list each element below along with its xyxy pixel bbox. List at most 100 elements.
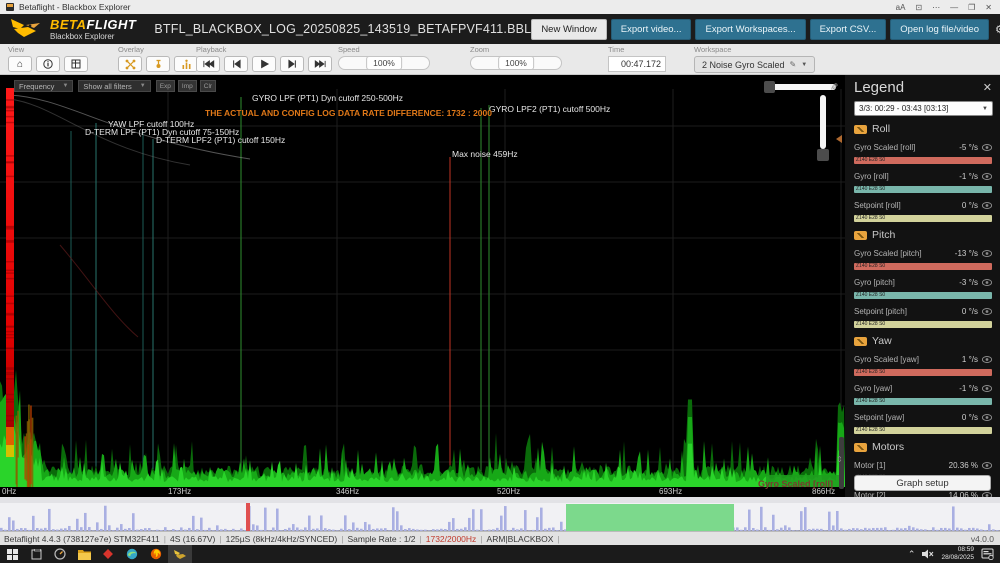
betaflight-app-button[interactable] xyxy=(168,545,192,563)
task-view-button[interactable] xyxy=(24,545,48,563)
hzoom-handle[interactable] xyxy=(764,81,775,93)
edge-browser-button[interactable] xyxy=(120,545,144,563)
legend-field[interactable]: Gyro Scaled [pitch]-13 °/sZ140 E28 S0 xyxy=(854,244,992,270)
chevron-down-icon: ▼ xyxy=(140,83,146,89)
legend-field[interactable]: Gyro [pitch]-3 °/sZ140 E28 S0 xyxy=(854,273,992,299)
log-range-select[interactable]: 3/3: 00:29 - 03:43 [03:13]▼ xyxy=(854,101,993,116)
filter-overlay-select[interactable]: Show all filters▼ xyxy=(78,80,150,92)
zoom-slider[interactable]: 100% xyxy=(470,56,562,70)
imp-curves-button[interactable]: Imp xyxy=(178,80,197,92)
axis-tick-label: 173Hz xyxy=(168,487,191,496)
visibility-eye-icon[interactable] xyxy=(982,244,992,262)
timeline-seekbar[interactable] xyxy=(0,503,1000,531)
visibility-eye-icon[interactable] xyxy=(982,196,992,214)
time-input[interactable]: 00:47.172 xyxy=(608,56,666,72)
craft-overlay-button[interactable] xyxy=(118,56,142,72)
status-separator: | xyxy=(341,534,343,544)
legend-field[interactable]: Gyro Scaled [roll]-5 °/sZ140 E28 S0 xyxy=(854,138,992,164)
close-button[interactable]: ✕ xyxy=(985,3,992,12)
clock[interactable]: 08:59 28/08/2025 xyxy=(941,546,974,562)
visibility-eye-icon[interactable] xyxy=(982,138,992,156)
timeline-waveform xyxy=(0,503,1000,531)
export-video-button[interactable]: Export video... xyxy=(611,19,692,40)
workspace-group-label: Workspace xyxy=(694,45,815,54)
minimize-button[interactable]: — xyxy=(950,3,958,12)
legend-field[interactable]: Gyro [roll]-1 °/sZ140 E28 S0 xyxy=(854,167,992,193)
axis-tick-label: 0Hz xyxy=(2,487,16,496)
table-view-button[interactable] xyxy=(64,56,88,72)
vertical-scrollbar[interactable]: ⇕ xyxy=(839,437,844,489)
legend-group-header[interactable]: Motors xyxy=(854,441,992,453)
play-button[interactable] xyxy=(252,56,276,72)
start-button[interactable] xyxy=(0,545,24,563)
log-info-button[interactable] xyxy=(36,56,60,72)
analyser-overlay-button[interactable] xyxy=(174,56,198,72)
tab-preview-icon[interactable]: ⊡ xyxy=(915,3,922,12)
open-log-button[interactable]: Open log file/video xyxy=(890,19,989,40)
visibility-eye-icon[interactable] xyxy=(982,350,992,368)
playhead-marker[interactable] xyxy=(246,503,250,531)
field-color-bar: Z140 E28 S0 xyxy=(854,157,992,164)
text-size-icon[interactable]: aA xyxy=(896,3,906,12)
legend-field[interactable]: Setpoint [pitch]0 °/sZ140 E28 S0 xyxy=(854,302,992,328)
os-titlebar: Betaflight - Blackbox Explorer aA ⊡ ⋯ — … xyxy=(0,0,1000,14)
export-csv-button[interactable]: Export CSV... xyxy=(810,19,887,40)
legend-group-header[interactable]: Yaw xyxy=(854,335,992,347)
legend-close-icon[interactable]: ✕ xyxy=(983,81,992,94)
draw-tool-icon[interactable]: ✎ xyxy=(828,82,839,90)
home-button[interactable]: ⌂ xyxy=(8,56,32,72)
more-options-icon[interactable]: ⋯ xyxy=(932,3,940,12)
field-name: Gyro [yaw] xyxy=(854,384,892,393)
curve-mini-buttons: ExpImpClr xyxy=(156,80,216,92)
notification-center-icon[interactable] xyxy=(981,548,994,560)
legend-field[interactable]: Setpoint [roll]0 °/sZ140 E28 S0 xyxy=(854,196,992,222)
vertical-zoom-slider[interactable] xyxy=(820,95,826,149)
settings-gear-icon[interactable]: ⚙ xyxy=(995,21,1000,37)
firefox-browser-button[interactable] xyxy=(144,545,168,563)
skip-to-start-button[interactable] xyxy=(196,56,220,72)
vzoom-handle[interactable] xyxy=(817,149,829,161)
visibility-eye-icon[interactable] xyxy=(982,302,992,320)
new-window-button[interactable]: New Window xyxy=(531,19,606,40)
legend-group-header[interactable]: Roll xyxy=(854,123,992,135)
legend-field[interactable]: Gyro Scaled [yaw]1 °/sZ140 E28 S0 xyxy=(854,350,992,376)
step-back-button[interactable] xyxy=(224,56,248,72)
export-workspaces-button[interactable]: Export Workspaces... xyxy=(695,19,805,40)
visibility-eye-icon[interactable] xyxy=(982,379,992,397)
legend-field[interactable]: Gyro [yaw]-1 °/sZ140 E28 S0 xyxy=(854,379,992,405)
craft-icon xyxy=(125,59,136,70)
diamond-app-button[interactable] xyxy=(96,545,120,563)
status-separator: | xyxy=(164,534,166,544)
visibility-eye-icon[interactable] xyxy=(982,273,992,291)
speed-slider[interactable]: 100% xyxy=(338,56,430,70)
visibility-eye-icon[interactable] xyxy=(982,167,992,185)
volume-muted-icon[interactable] xyxy=(922,549,934,559)
brand-subtitle: Blackbox Explorer xyxy=(50,33,136,41)
visibility-eye-icon[interactable] xyxy=(982,408,992,426)
horizontal-zoom-slider[interactable] xyxy=(770,84,836,90)
step-forward-button[interactable] xyxy=(280,56,304,72)
spectrum-type-select[interactable]: Frequency▼ xyxy=(14,80,73,92)
sticks-overlay-button[interactable] xyxy=(146,56,170,72)
legend-panel: Legend ✕ 3/3: 00:29 - 03:43 [03:13]▼ Rol… xyxy=(845,75,1000,497)
clr-curves-button[interactable]: Clr xyxy=(200,80,216,92)
legend-title: Legend xyxy=(854,79,904,96)
speed-group-label: Speed xyxy=(338,45,430,54)
spectrum-chart[interactable]: Frequency▼ Show all filters▼ ExpImpClr G… xyxy=(0,75,845,497)
file-explorer-button[interactable] xyxy=(72,545,96,563)
selected-log-region[interactable] xyxy=(566,504,734,531)
performance-app-button[interactable] xyxy=(48,545,72,563)
workspace-selector[interactable]: 2 Noise Gyro Scaled ✎ ▼ xyxy=(694,56,815,73)
legend-group-header[interactable]: Pitch xyxy=(854,229,992,241)
exp-curves-button[interactable]: Exp xyxy=(156,80,175,92)
resize-arrows-icon: ⇕ xyxy=(836,455,843,464)
skip-to-end-button[interactable] xyxy=(308,56,332,72)
maximize-button[interactable]: ❐ xyxy=(968,3,975,12)
legend-field[interactable]: Setpoint [yaw]0 °/sZ140 E28 S0 xyxy=(854,408,992,434)
betaflight-app-icon xyxy=(174,549,187,560)
visibility-eye-icon[interactable] xyxy=(982,456,992,474)
tray-expand-icon[interactable]: ⌃ xyxy=(908,549,916,560)
graph-setup-button[interactable]: Graph setup xyxy=(854,475,991,491)
edit-workspace-icon[interactable]: ✎ xyxy=(790,60,797,69)
craft-axis-icon xyxy=(854,443,867,452)
